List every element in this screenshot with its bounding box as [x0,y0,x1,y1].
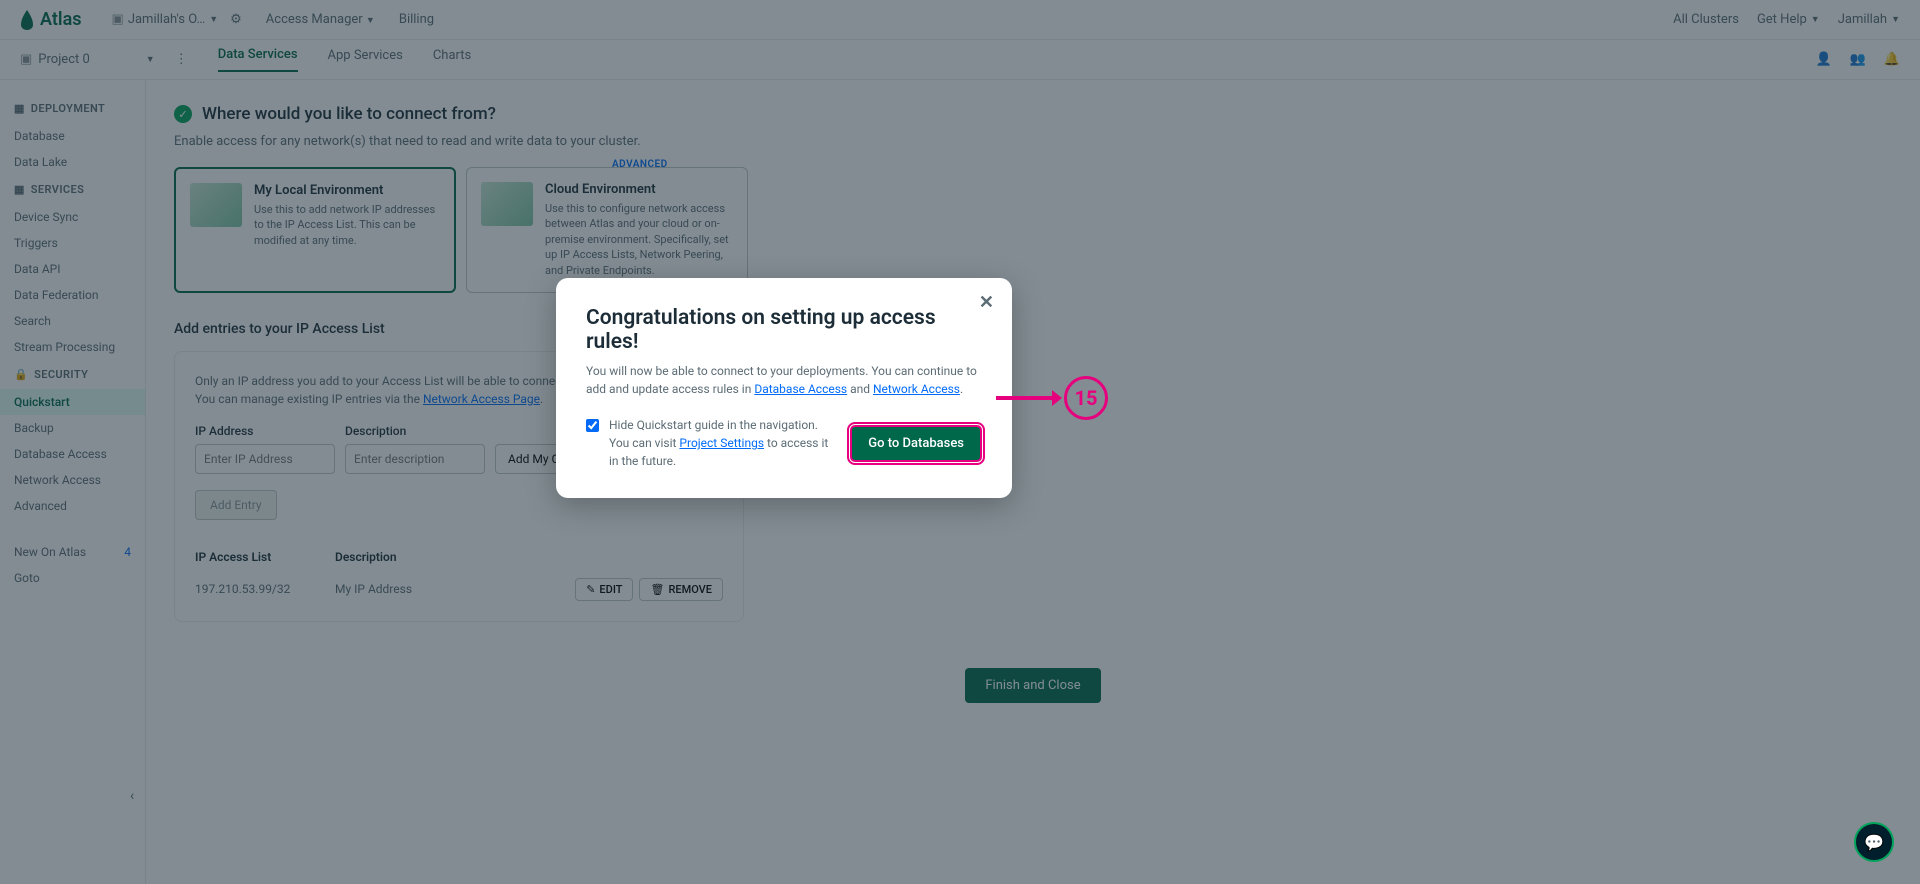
arrow-icon [996,396,1056,400]
database-access-link[interactable]: Database Access [754,382,847,396]
project-settings-link[interactable]: Project Settings [679,436,764,450]
congrats-modal: ✕ Congratulations on setting up access r… [556,278,1012,498]
go-to-databases-button[interactable]: Go to Databases [850,425,982,462]
modal-title: Congratulations on setting up access rul… [586,306,982,354]
step-annotation: 15 [996,376,1108,420]
modal-body: You will now be able to connect to your … [586,362,982,398]
close-icon[interactable]: ✕ [979,292,994,313]
checkbox-label: Hide Quickstart guide in the navigation.… [609,416,840,470]
hide-quickstart-checkbox[interactable] [586,419,599,432]
network-access-link[interactable]: Network Access [873,382,960,396]
chat-fab[interactable]: 💬 [1854,822,1894,862]
chat-icon: 💬 [1864,833,1884,852]
step-number-badge: 15 [1064,376,1108,420]
